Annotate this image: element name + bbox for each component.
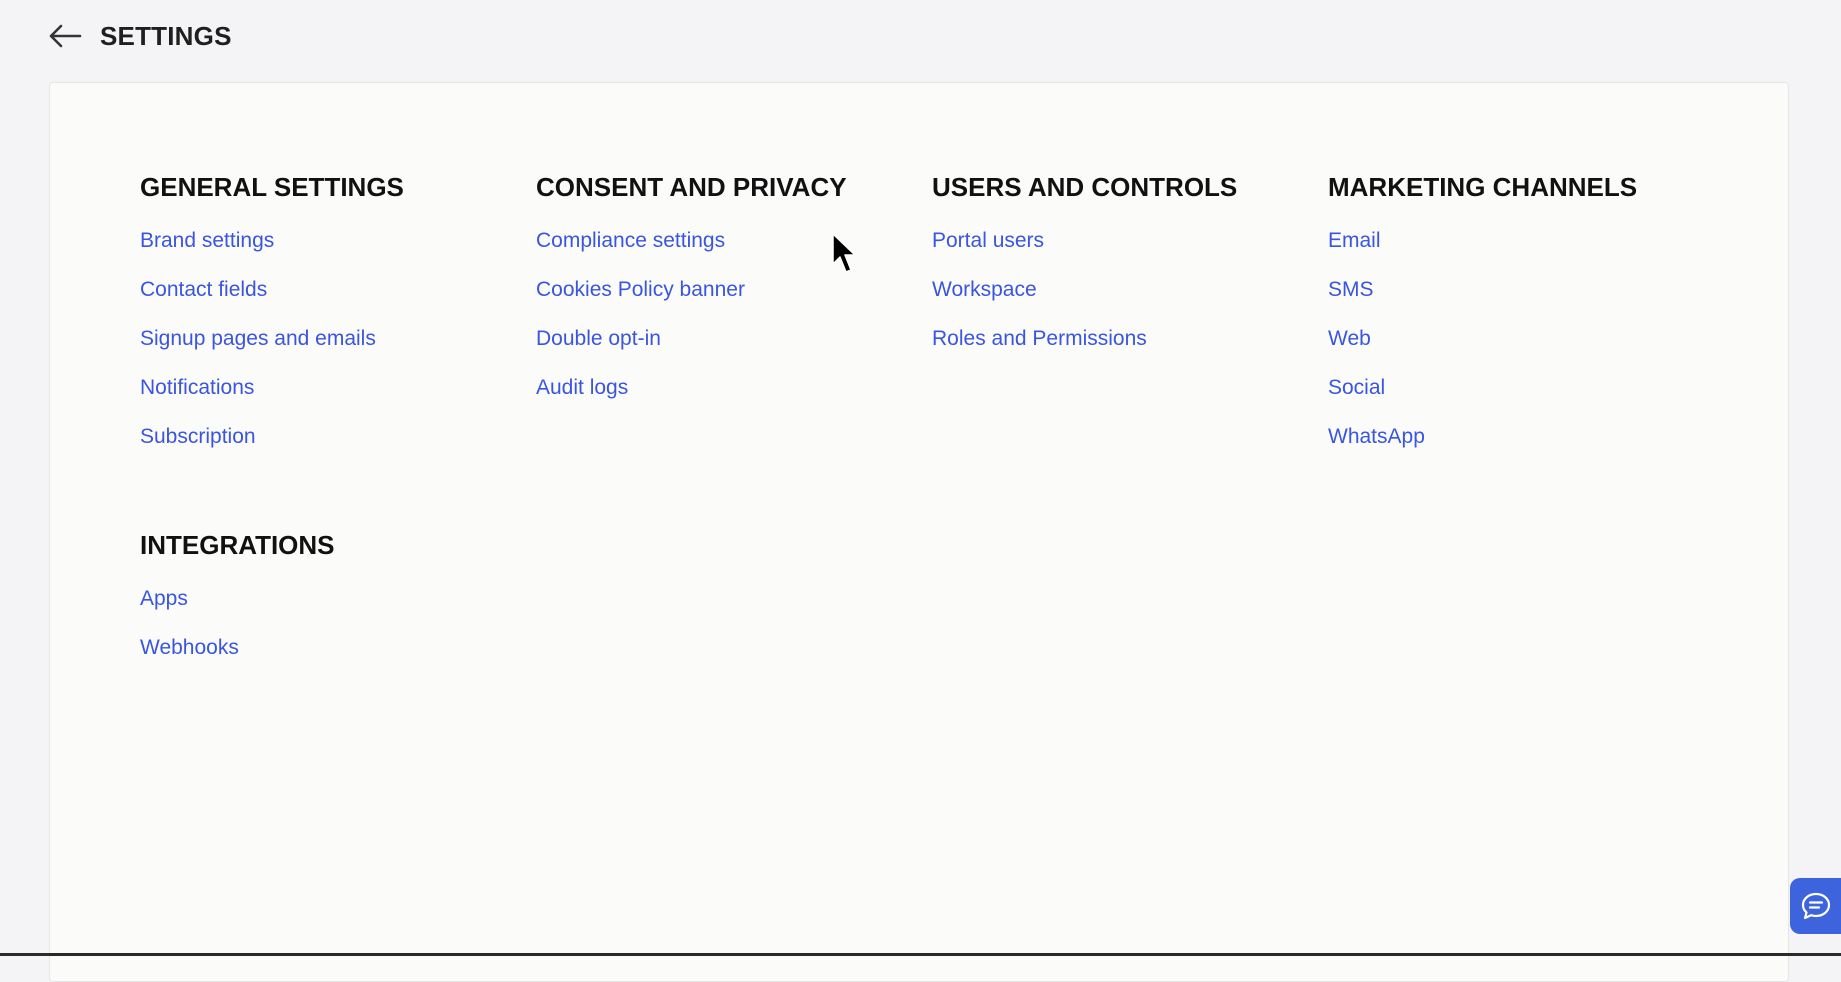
section-marketing-channels: MARKETING CHANNELS Email SMS Web Social … (1328, 171, 1708, 473)
page-header: SETTINGS (48, 18, 232, 54)
link-contact-fields[interactable]: Contact fields (140, 278, 267, 301)
section-title: GENERAL SETTINGS (140, 172, 404, 202)
link-webhooks[interactable]: Webhooks (140, 636, 239, 659)
link-subscription[interactable]: Subscription (140, 425, 256, 448)
section-general-settings: GENERAL SETTINGS Brand settings Contact … (140, 171, 520, 473)
section-title: CONSENT AND PRIVACY (536, 172, 847, 202)
chat-widget-button[interactable] (1790, 878, 1841, 934)
mouse-cursor-icon (832, 233, 856, 273)
link-notifications[interactable]: Notifications (140, 376, 254, 399)
link-portal-users[interactable]: Portal users (932, 229, 1044, 252)
link-list: Email SMS Web Social WhatsApp (1328, 228, 1708, 473)
chat-bubble-icon (1801, 892, 1831, 920)
link-list: Portal users Workspace Roles and Permiss… (932, 228, 1312, 375)
link-audit-logs[interactable]: Audit logs (536, 376, 628, 399)
link-whatsapp[interactable]: WhatsApp (1328, 425, 1425, 448)
link-double-opt-in[interactable]: Double opt-in (536, 327, 661, 350)
link-social[interactable]: Social (1328, 376, 1385, 399)
link-list: Compliance settings Cookies Policy banne… (536, 228, 916, 424)
link-email[interactable]: Email (1328, 229, 1381, 252)
link-roles-and-permissions[interactable]: Roles and Permissions (932, 327, 1147, 350)
link-list: Apps Webhooks (140, 586, 520, 684)
link-web[interactable]: Web (1328, 327, 1371, 350)
section-title: USERS AND CONTROLS (932, 172, 1238, 202)
section-title: MARKETING CHANNELS (1328, 172, 1638, 202)
section-integrations: INTEGRATIONS Apps Webhooks (140, 529, 520, 684)
link-apps[interactable]: Apps (140, 587, 188, 610)
link-sms[interactable]: SMS (1328, 278, 1374, 301)
link-compliance-settings[interactable]: Compliance settings (536, 229, 725, 252)
section-title: INTEGRATIONS (140, 530, 335, 560)
section-consent-and-privacy: CONSENT AND PRIVACY Compliance settings … (536, 171, 916, 424)
settings-card: GENERAL SETTINGS Brand settings Contact … (49, 82, 1789, 982)
link-brand-settings[interactable]: Brand settings (140, 229, 274, 252)
link-list: Brand settings Contact fields Signup pag… (140, 228, 520, 473)
section-users-and-controls: USERS AND CONTROLS Portal users Workspac… (932, 171, 1312, 375)
arrow-left-icon (49, 24, 82, 48)
link-cookies-policy-banner[interactable]: Cookies Policy banner (536, 278, 745, 301)
link-signup-pages-and-emails[interactable]: Signup pages and emails (140, 327, 376, 350)
link-workspace[interactable]: Workspace (932, 278, 1037, 301)
page-title: SETTINGS (100, 20, 232, 51)
back-button[interactable] (48, 18, 88, 54)
